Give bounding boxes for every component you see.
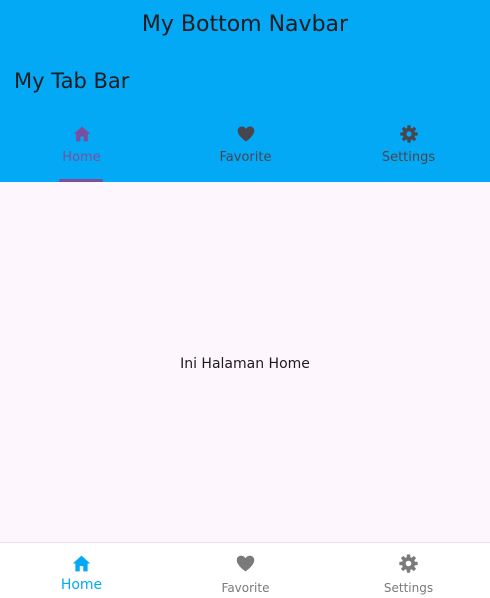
home-icon bbox=[72, 124, 92, 144]
tabbar-title: My Tab Bar bbox=[14, 69, 130, 93]
tab-home[interactable]: Home bbox=[0, 118, 163, 182]
home-icon bbox=[71, 553, 92, 574]
tab-favorite[interactable]: Favorite bbox=[164, 118, 327, 182]
tab-settings[interactable]: Settings bbox=[327, 118, 490, 182]
tab-label-settings: Settings bbox=[381, 150, 436, 165]
bottom-navigation: Home Favorite Settings bbox=[0, 542, 490, 598]
heart-icon bbox=[236, 124, 256, 144]
gear-icon bbox=[399, 124, 419, 144]
bottom-nav-label-home: Home bbox=[60, 577, 103, 593]
app-bar: My Bottom Navbar My Tab Bar Home Favorit… bbox=[0, 0, 490, 182]
bottom-nav-label-favorite: Favorite bbox=[221, 581, 270, 595]
gear-icon bbox=[398, 553, 419, 574]
tab-label-favorite: Favorite bbox=[219, 150, 272, 165]
page-text: Ini Halaman Home bbox=[180, 356, 310, 372]
bottom-nav-label-settings: Settings bbox=[383, 581, 434, 595]
heart-icon bbox=[235, 553, 256, 574]
app-title: My Bottom Navbar bbox=[141, 12, 349, 37]
page-content: Ini Halaman Home bbox=[0, 182, 490, 542]
bottom-nav-home[interactable]: Home bbox=[0, 543, 163, 598]
tab-label-home: Home bbox=[62, 150, 101, 165]
bottom-nav-favorite[interactable]: Favorite bbox=[164, 543, 327, 598]
bottom-nav-settings[interactable]: Settings bbox=[327, 543, 490, 598]
